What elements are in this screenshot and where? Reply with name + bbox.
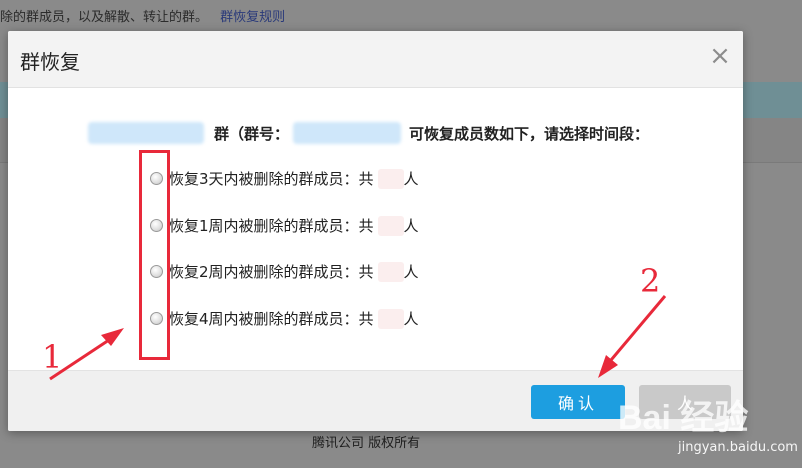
restore-option-4weeks[interactable]: 恢复4周内被删除的群成员：共 人 [150,308,419,329]
option-unit: 人 [403,263,419,281]
background-notice-text: 除的群成员，以及解散、转让的群。 [0,10,209,25]
group-restore-dialog: 群恢复 × 群（群号： 可恢复成员数如下，请选择时间段： 恢复3天内被删除的群成… [8,31,743,431]
prompt-text-part1: 群（群号： [214,124,290,143]
copyright-footer: 腾讯公司 版权所有 [312,436,421,451]
option-unit: 人 [403,217,419,235]
background-notice: 除的群成员，以及解散、转让的群。 群恢复规则 [0,6,285,25]
restore-prompt: 群（群号： 可恢复成员数如下，请选择时间段： [88,122,649,144]
redacted-group-name [88,122,204,144]
watermark-url: jingyan.baidu.com [678,440,798,455]
redacted-count [377,308,404,329]
confirm-button[interactable]: 确认 [531,385,625,419]
redacted-group-number [293,122,402,144]
prompt-text-part2: 可恢复成员数如下，请选择时间段： [409,124,650,143]
option-label: 恢复2周内被删除的群成员：共 [169,263,374,281]
option-label: 恢复3天内被删除的群成员：共 [169,170,374,188]
annotation-number-2: 2 [640,262,661,300]
option-unit: 人 [403,170,419,188]
annotation-highlight-box [139,150,170,360]
dialog-title: 群恢复 [20,50,80,74]
baidu-jingyan-watermark: Bai 经验 jingyan.baidu.com [612,382,802,468]
redacted-count [377,261,404,282]
annotation-number-1: 1 [42,338,63,376]
option-label: 恢复1周内被删除的群成员：共 [169,217,374,235]
rules-link[interactable]: 群恢复规则 [220,10,285,25]
restore-option-3days[interactable]: 恢复3天内被删除的群成员：共 人 [150,168,419,189]
restore-option-2weeks[interactable]: 恢复2周内被删除的群成员：共 人 [150,261,419,282]
watermark-logo: Bai 经验 [618,399,749,437]
redacted-count [377,168,404,189]
close-icon[interactable]: × [707,43,733,69]
restore-option-1week[interactable]: 恢复1周内被删除的群成员：共 人 [150,215,419,236]
redacted-count [377,215,404,236]
option-label: 恢复4周内被删除的群成员：共 [169,310,374,328]
option-unit: 人 [403,310,419,328]
dialog-header: 群恢复 × [8,31,743,88]
